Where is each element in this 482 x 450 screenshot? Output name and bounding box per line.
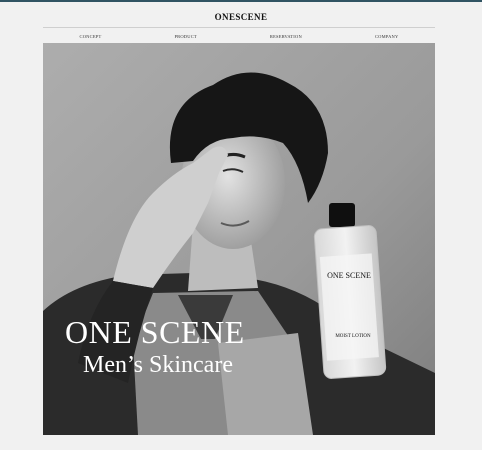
bottle-product-text: MOIST LOTION <box>335 334 371 339</box>
main-navigation: CONCEPT PRODUCT RESERVATION COMPANY <box>43 31 435 41</box>
site-logo[interactable]: ONESCENE <box>0 12 482 22</box>
hero-banner: ONE SCENE MOIST LOTION ONE SCENE Men’s S… <box>43 43 435 435</box>
nav-item-concept[interactable]: CONCEPT <box>80 34 102 39</box>
nav-item-product[interactable]: PRODUCT <box>174 34 196 39</box>
bottle-label <box>319 253 379 361</box>
nav-item-company[interactable]: COMPANY <box>375 34 399 39</box>
bottle-brand-text: ONE SCENE <box>327 271 371 280</box>
nav-item-reservation[interactable]: RESERVATION <box>270 34 302 39</box>
bottle-cap <box>329 203 355 227</box>
header-divider <box>43 27 435 28</box>
hero-subtitle: Men’s Skincare <box>83 352 233 378</box>
hero-title: ONE SCENE <box>65 314 245 350</box>
top-accent-bar <box>0 0 482 2</box>
